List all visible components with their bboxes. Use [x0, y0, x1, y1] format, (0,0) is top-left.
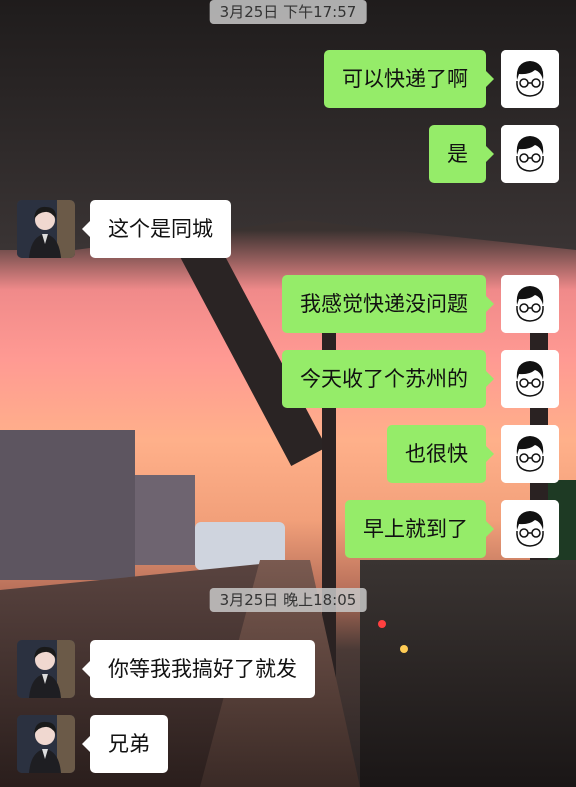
- cartoon-boy-glasses-icon: [501, 50, 559, 108]
- message-row: 早上就到了: [0, 500, 576, 558]
- cartoon-boy-glasses-icon: [501, 275, 559, 333]
- chat-messages[interactable]: 3月25日 下午17:57 可以快递了啊 是 这个是同城 我感觉快递没问题 今天…: [0, 0, 576, 787]
- cartoon-boy-glasses-icon: [501, 425, 559, 483]
- cartoon-boy-glasses-icon: [501, 500, 559, 558]
- message-row: 可以快递了啊: [0, 50, 576, 108]
- message-row: 兄弟: [0, 715, 576, 773]
- message-bubble[interactable]: 这个是同城: [82, 200, 231, 258]
- cartoon-boy-glasses-icon: [501, 350, 559, 408]
- avatar[interactable]: [17, 640, 75, 698]
- message-row: 我感觉快递没问题: [0, 275, 576, 333]
- cartoon-boy-glasses-icon: [501, 125, 559, 183]
- message-row: 今天收了个苏州的: [0, 350, 576, 408]
- message-bubble[interactable]: 你等我我搞好了就发: [82, 640, 315, 698]
- message-bubble[interactable]: 可以快递了啊: [324, 50, 494, 108]
- timestamp: 3月25日 下午17:57: [209, 0, 367, 24]
- avatar[interactable]: [501, 500, 559, 558]
- avatar[interactable]: [501, 425, 559, 483]
- message-row: 是: [0, 125, 576, 183]
- message-bubble[interactable]: 早上就到了: [345, 500, 494, 558]
- person-photo-icon: [17, 715, 75, 773]
- message-bubble[interactable]: 也很快: [387, 425, 494, 483]
- message-bubble[interactable]: 我感觉快递没问题: [282, 275, 494, 333]
- message-row: 也很快: [0, 425, 576, 483]
- message-row: 你等我我搞好了就发: [0, 640, 576, 698]
- message-bubble[interactable]: 兄弟: [82, 715, 168, 773]
- avatar[interactable]: [501, 50, 559, 108]
- avatar[interactable]: [17, 200, 75, 258]
- avatar[interactable]: [501, 125, 559, 183]
- message-row: 这个是同城: [0, 200, 576, 258]
- avatar[interactable]: [17, 715, 75, 773]
- person-photo-icon: [17, 640, 75, 698]
- avatar[interactable]: [501, 275, 559, 333]
- message-bubble[interactable]: 今天收了个苏州的: [282, 350, 494, 408]
- timestamp: 3月25日 晚上18:05: [209, 588, 367, 612]
- avatar[interactable]: [501, 350, 559, 408]
- person-photo-icon: [17, 200, 75, 258]
- message-bubble[interactable]: 是: [429, 125, 494, 183]
